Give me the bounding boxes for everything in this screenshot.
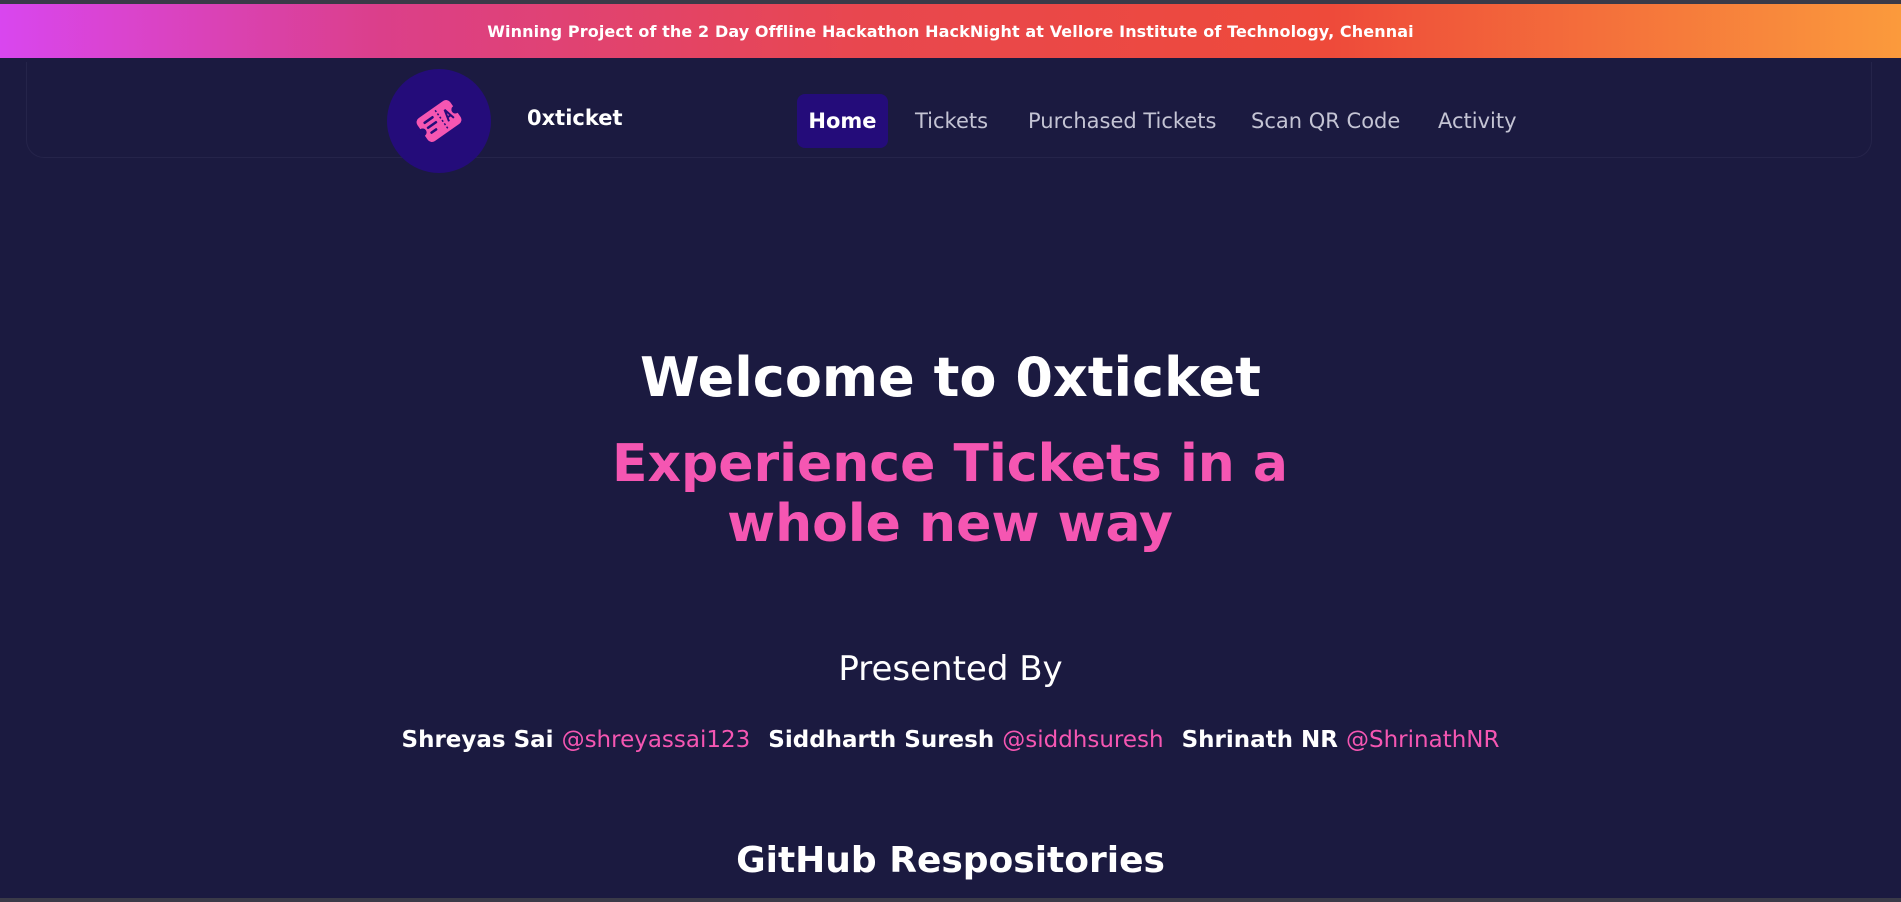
github-repositories-heading: GitHub Respositories: [736, 840, 1165, 881]
announcement-banner: Winning Project of the 2 Day Offline Hac…: [0, 4, 1901, 58]
presenters-list: Shreyas Sai @shreyassai123 Siddharth Sure…: [0, 723, 1901, 757]
presenter-name: Siddharth Suresh: [768, 727, 995, 753]
presenter: Siddharth Suresh @siddhsuresh: [768, 723, 1163, 757]
nav-item-home[interactable]: Home: [797, 94, 888, 148]
window-bottom-edge: [0, 898, 1901, 902]
presenter-handle-link[interactable]: @ShrinathNR: [1346, 727, 1499, 753]
nav-item-tickets[interactable]: Tickets: [915, 94, 988, 148]
banner-text: Winning Project of the 2 Day Offline Hac…: [487, 21, 1414, 41]
presenter-name: Shrinath NR: [1181, 727, 1338, 753]
presenter-name: Shreyas Sai: [401, 727, 554, 753]
nav-item-purchased-tickets[interactable]: Purchased Tickets: [1028, 94, 1216, 148]
hero-subtitle: Experience Tickets in a whole new way: [611, 434, 1289, 554]
hero-title: Welcome to 0xticket: [640, 346, 1261, 409]
presenter-handle-link[interactable]: @siddhsuresh: [1002, 727, 1163, 753]
presenter: Shrinath NR @ShrinathNR: [1182, 723, 1500, 757]
ticket-icon: [416, 100, 462, 142]
logo[interactable]: [387, 69, 491, 173]
nav-item-scan-qr-code[interactable]: Scan QR Code: [1251, 94, 1400, 148]
presenter-handle-link[interactable]: @shreyassai123: [562, 727, 751, 753]
presented-by-heading: Presented By: [838, 649, 1063, 689]
brand-name[interactable]: 0xticket: [527, 106, 623, 130]
nav-item-activity[interactable]: Activity: [1438, 94, 1517, 148]
presenter: Shreyas Sai @shreyassai123: [402, 723, 751, 757]
page: Winning Project of the 2 Day Offline Hac…: [0, 0, 1901, 902]
